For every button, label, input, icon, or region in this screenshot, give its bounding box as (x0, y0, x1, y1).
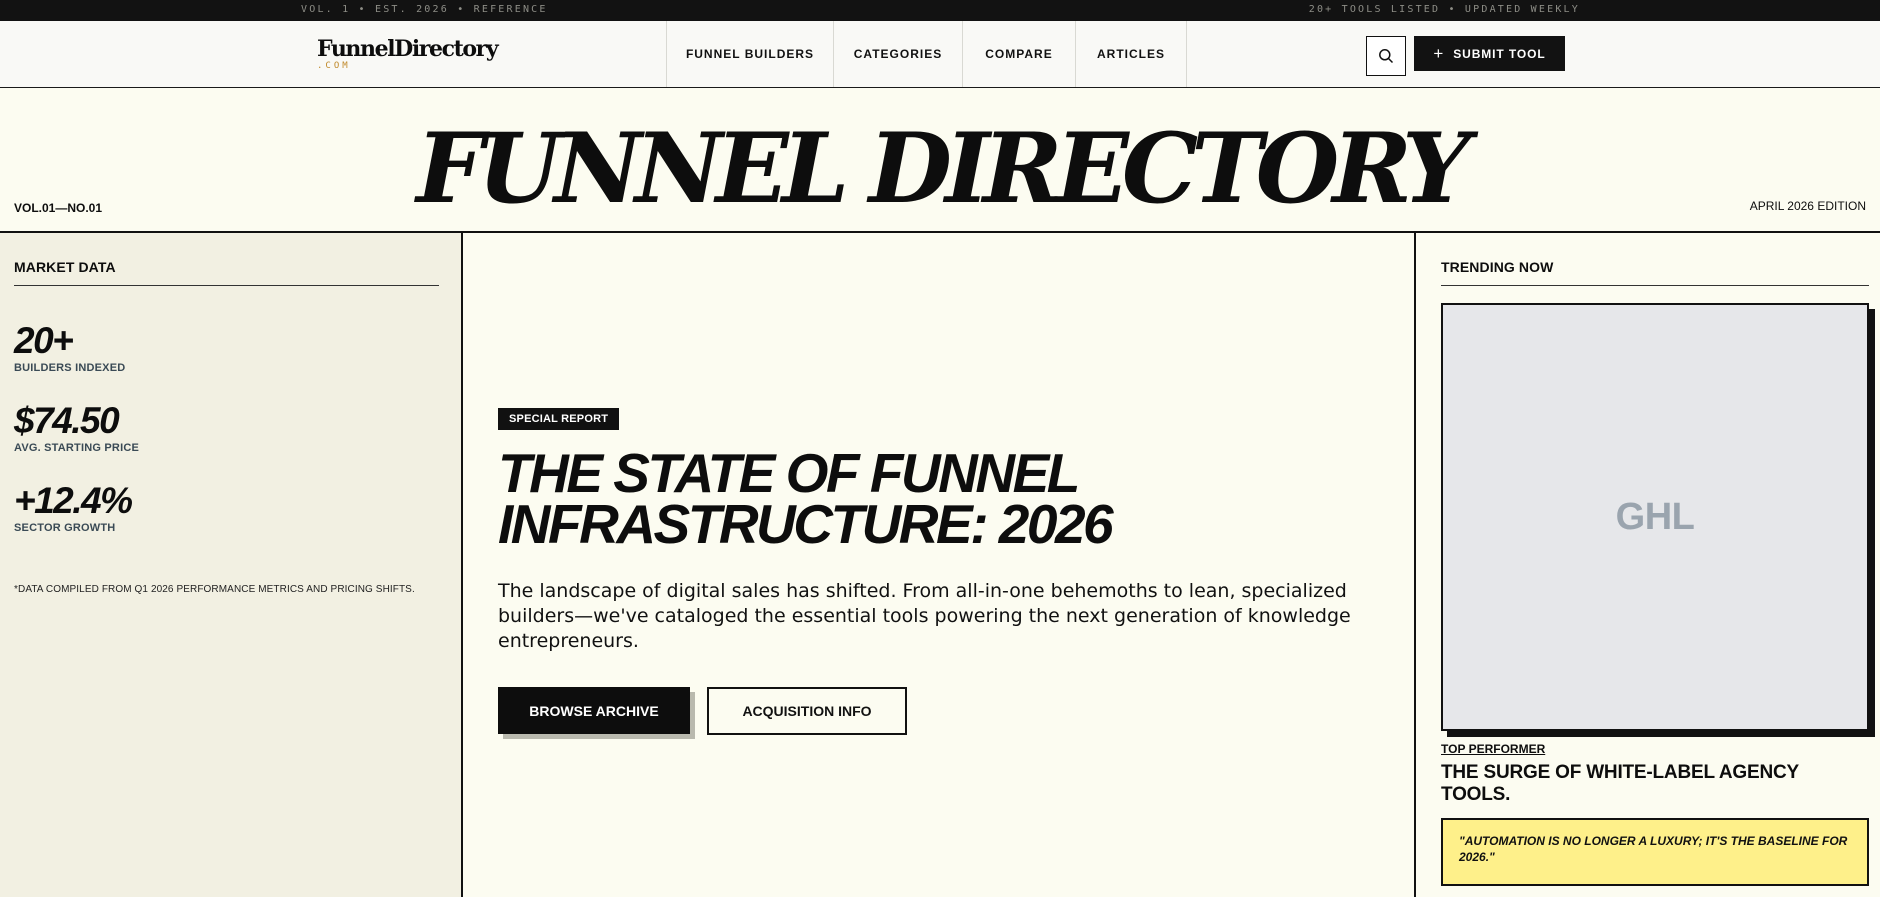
feature-lede: The landscape of digital sales has shift… (498, 580, 1351, 652)
submit-tool-button[interactable]: + SUBMIT TOOL (1414, 36, 1565, 71)
market-data-sidebar: MARKET DATA 20+ BUILDERS INDEXED $74.50 … (0, 233, 463, 897)
volume-label: VOL.01—NO.01 (14, 201, 103, 215)
market-data-footnote: *DATA COMPILED FROM Q1 2026 PERFORMANCE … (14, 584, 415, 595)
top-performer-link[interactable]: TOP PERFORMER (1441, 742, 1545, 756)
navbar: FunnelDirectory .COM FUNNEL BUILDERS CAT… (0, 21, 1880, 88)
trending-sidebar: TRENDING NOW GHL TOP PERFORMER THE SURGE… (1414, 233, 1880, 897)
trending-article-title[interactable]: THE SURGE OF WHITE-LABEL AGENCY TOOLS. (1441, 762, 1871, 806)
trending-image-card[interactable]: GHL (1441, 303, 1869, 731)
nav-item-compare[interactable]: COMPARE (963, 21, 1076, 87)
nav-item-articles[interactable]: ARTICLES (1076, 21, 1187, 87)
trending-image-label: GHL (1615, 495, 1695, 538)
edition-label: APRIL 2026 EDITION (1749, 199, 1866, 213)
search-button[interactable] (1366, 36, 1406, 76)
top-strip-right: 20+ TOOLS LISTED • UPDATED WEEKLY (1308, 4, 1580, 15)
special-report-badge: SPECIAL REPORT (498, 408, 620, 430)
masthead-title: FUNNEL DIRECTORY (416, 112, 1470, 225)
logo-subtext: .COM (317, 61, 351, 71)
stat-value: 20+ (14, 320, 74, 361)
feature-section: SPECIAL REPORT THE STATE OF FUNNEL INFRA… (465, 233, 1414, 897)
trending-heading: TRENDING NOW (1441, 259, 1869, 286)
headline-line-1: THE STATE OF FUNNEL (498, 442, 1080, 504)
pull-quote: "AUTOMATION IS NO LONGER A LUXURY; IT'S … (1441, 818, 1869, 886)
stat-sector-growth: +12.4% SECTOR GROWTH (14, 480, 133, 534)
stat-value: $74.50 (14, 400, 120, 441)
logo-wordmark: FunnelDirectory (317, 36, 499, 62)
feature-headline: THE STATE OF FUNNEL INFRASTRUCTURE: 2026 (498, 442, 1298, 555)
search-icon (1379, 49, 1394, 64)
stat-avg-starting-price: $74.50 AVG. STARTING PRICE (14, 402, 139, 454)
stat-label: SECTOR GROWTH (14, 522, 116, 534)
stat-label: BUILDERS INDEXED (14, 362, 126, 374)
market-data-heading: MARKET DATA (14, 259, 439, 286)
nav-item-funnel-builders[interactable]: FUNNEL BUILDERS (667, 21, 834, 87)
stat-value: +12.4% (14, 480, 133, 521)
stat-builders-indexed: 20+ BUILDERS INDEXED (14, 322, 125, 374)
masthead: FUNNEL DIRECTORY VOL.01—NO.01 APRIL 2026… (0, 88, 1880, 233)
stat-label: AVG. STARTING PRICE (14, 442, 140, 454)
top-strip-left: VOL. 1 • EST. 2026 • REFERENCE (301, 4, 548, 15)
browse-archive-button[interactable]: BROWSE ARCHIVE (498, 687, 690, 734)
main-menu: FUNNEL BUILDERS CATEGORIES COMPARE ARTIC… (666, 21, 1187, 87)
acquisition-info-button[interactable]: ACQUISITION INFO (707, 687, 907, 735)
submit-tool-label: SUBMIT TOOL (1453, 46, 1546, 61)
nav-item-categories[interactable]: CATEGORIES (834, 21, 963, 87)
site-logo[interactable]: FunnelDirectory .COM (317, 36, 499, 71)
plus-icon: + (1433, 43, 1445, 63)
headline-line-2: INFRASTRUCTURE: 2026 (498, 493, 1114, 555)
top-strip: VOL. 1 • EST. 2026 • REFERENCE 20+ TOOLS… (0, 0, 1880, 21)
